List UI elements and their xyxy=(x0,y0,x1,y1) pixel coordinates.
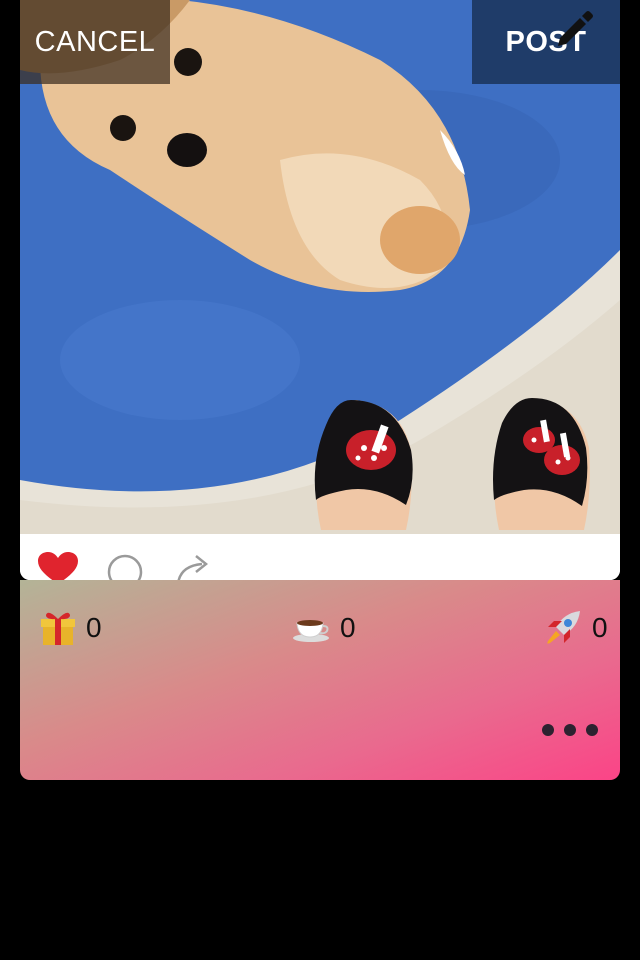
post-button[interactable]: POST xyxy=(472,0,620,84)
coffee-count: 0 xyxy=(340,612,356,643)
coffee-cup-icon xyxy=(292,613,330,643)
share-arrow-icon[interactable] xyxy=(174,552,214,580)
pencil-icon[interactable] xyxy=(552,6,594,48)
more-dot xyxy=(564,724,576,736)
rocket-count: 0 xyxy=(592,612,608,643)
gift-count: 0 xyxy=(86,612,102,643)
more-dot xyxy=(586,724,598,736)
gift-icon xyxy=(40,609,76,647)
rocket-icon xyxy=(544,609,582,647)
post-action-row xyxy=(20,534,620,580)
rocket-reaction[interactable]: 0 xyxy=(544,608,608,648)
gift-reaction[interactable]: 0 xyxy=(40,608,102,648)
cancel-button[interactable]: CANCEL xyxy=(20,0,170,84)
more-dots-icon[interactable] xyxy=(542,718,598,742)
post-card xyxy=(20,0,620,580)
more-dot xyxy=(542,724,554,736)
heart-icon[interactable] xyxy=(38,552,78,580)
screen: CANCEL POST 0 0 0 xyxy=(0,0,640,960)
reaction-panel: 0 0 0 xyxy=(20,580,620,780)
coffee-reaction[interactable]: 0 xyxy=(292,608,356,648)
comment-bubble-icon[interactable] xyxy=(106,552,146,580)
